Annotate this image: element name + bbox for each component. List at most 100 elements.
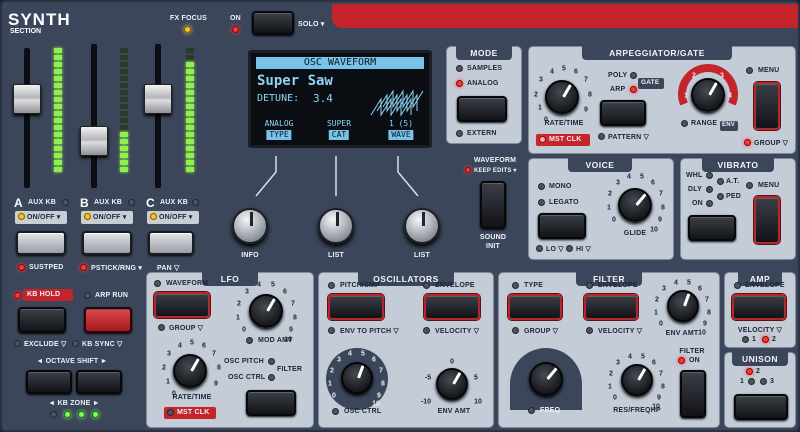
info-knob[interactable] xyxy=(232,208,268,244)
solo-label[interactable]: SOLO ▾ xyxy=(298,20,325,28)
layer-a-onoff-pill[interactable]: ON/OFF ▾ xyxy=(15,211,67,224)
osc-ctrl-label: OSC CTRL xyxy=(228,374,266,381)
layer-a-button[interactable] xyxy=(16,231,66,255)
layer-c-onoff-pill[interactable]: ON/OFF ▾ xyxy=(147,211,199,224)
lcd-connector-lines xyxy=(255,156,419,197)
osc-ctrl-knob[interactable] xyxy=(341,362,373,394)
freq-knob[interactable] xyxy=(529,362,563,396)
glide-knob[interactable] xyxy=(618,188,652,222)
amp-vel-1-led xyxy=(742,336,749,343)
octave-down-button[interactable] xyxy=(26,370,72,394)
osc-velocity-label[interactable]: VELOCITY ▽ xyxy=(435,327,479,335)
lfo-waveform-button[interactable] xyxy=(154,292,210,318)
meter-segment xyxy=(54,62,62,67)
arp-menu-button[interactable] xyxy=(754,82,780,130)
vib-menu-button[interactable] xyxy=(754,196,780,244)
freq-label: FREQ xyxy=(540,407,561,414)
list-knob-2[interactable] xyxy=(404,208,440,244)
list-knob-2-label: LIST xyxy=(414,252,430,259)
filter-on-button[interactable] xyxy=(680,370,706,418)
osc-pitch-led xyxy=(268,358,275,365)
osc-ctrl-led xyxy=(268,374,275,381)
slider-c-cap[interactable] xyxy=(144,84,172,114)
dial-tick-label: 1 xyxy=(654,309,658,317)
on-button[interactable] xyxy=(252,11,294,35)
filter-group-label[interactable]: GROUP ▽ xyxy=(524,327,558,335)
arp-range-knob[interactable] xyxy=(691,78,725,112)
filter-type-button[interactable] xyxy=(508,294,562,320)
octave-up-button[interactable] xyxy=(76,370,122,394)
dial-tick-label: 10 xyxy=(698,329,706,337)
arp-run-button[interactable] xyxy=(84,307,132,333)
arp-mode-led xyxy=(630,86,637,93)
pan-label[interactable]: PAN ▽ xyxy=(157,264,180,272)
knob-pointer xyxy=(336,212,339,226)
vibrato-title: VIBRATO xyxy=(702,158,774,172)
layer-b-button[interactable] xyxy=(82,231,132,255)
dial-tick-label: 9 xyxy=(214,380,218,388)
meter-segment xyxy=(54,139,62,144)
meter-segment xyxy=(186,111,194,116)
osc-env-amt-knob[interactable] xyxy=(436,368,468,400)
osc-envelope-button[interactable] xyxy=(424,294,480,320)
dly-label: DLY xyxy=(688,186,702,193)
dial-tick-label: 2 xyxy=(237,300,241,308)
arp-rate-knob[interactable] xyxy=(545,80,579,114)
arp-mode-button[interactable] xyxy=(600,100,646,126)
arp-mode-label: ARP xyxy=(610,86,626,93)
meter-segment xyxy=(120,132,128,137)
exclude-label[interactable]: EXCLUDE ▽ xyxy=(24,340,67,348)
mod-amt-knob[interactable] xyxy=(249,294,283,328)
lfo-group-label[interactable]: GROUP ▽ xyxy=(169,324,203,332)
pstick-label[interactable]: PSTICK/RNG ▾ xyxy=(91,264,142,272)
dial-tick-label: 10 xyxy=(474,398,482,406)
meter-segment xyxy=(54,90,62,95)
env-to-pitch-label[interactable]: ENV TO PITCH ▽ xyxy=(340,327,399,335)
res-knob[interactable] xyxy=(621,364,653,396)
sound-init-button[interactable] xyxy=(480,181,506,229)
slider-b-cap[interactable] xyxy=(80,126,108,156)
dial-tick-label: 1 xyxy=(236,314,240,322)
sustped-label[interactable]: SUSTPED xyxy=(29,264,63,271)
knob-pointer xyxy=(357,365,365,379)
glide-lo-label[interactable]: LO ▽ xyxy=(546,245,564,253)
meter-segment xyxy=(186,62,194,67)
whl-led xyxy=(706,172,713,179)
layer-c-button[interactable] xyxy=(148,231,194,255)
filter-group-led xyxy=(512,327,519,334)
kb-sync-label[interactable]: KB SYNC ▽ xyxy=(82,340,123,348)
filter-velocity-label[interactable]: VELOCITY ▽ xyxy=(598,327,642,335)
slider-a-cap[interactable] xyxy=(13,84,41,114)
list-knob-1[interactable] xyxy=(318,208,354,244)
pitch-smp-button[interactable] xyxy=(328,294,384,320)
samples-label: SAMPLES xyxy=(467,65,503,72)
filter-env-amt-knob[interactable] xyxy=(667,290,699,322)
lfo-rate-knob[interactable] xyxy=(173,354,207,388)
whl-label: WHL xyxy=(686,172,703,179)
layer-b-onoff-pill[interactable]: ON/OFF ▾ xyxy=(81,211,133,224)
voice-title: VOICE xyxy=(568,158,632,172)
meter-segment xyxy=(120,76,128,81)
analog-label: ANALOG xyxy=(467,80,499,87)
mode-button[interactable] xyxy=(457,96,507,122)
kb-hold-button[interactable] xyxy=(18,307,66,333)
pattern-label[interactable]: PATTERN ▽ xyxy=(608,133,649,141)
dial-tick-label: 5 xyxy=(562,65,566,73)
keep-edits-label[interactable]: KEEP EDITS ▾ xyxy=(474,167,517,174)
amp-velocity-label[interactable]: VELOCITY ▽ xyxy=(738,326,782,334)
filter-envelope-button[interactable] xyxy=(584,294,638,320)
vibrato-button[interactable] xyxy=(688,215,736,241)
dial-tick-label: 9 xyxy=(289,326,293,334)
meter-segment xyxy=(54,167,62,172)
unison-1-led xyxy=(748,378,755,385)
voice-button[interactable] xyxy=(538,213,586,239)
amp-envelope-button[interactable] xyxy=(732,294,786,320)
dial-tick-label: 3 xyxy=(337,356,341,364)
unison-button[interactable] xyxy=(734,394,788,420)
meter-segment xyxy=(120,111,128,116)
dial-tick-label: 7 xyxy=(705,296,709,304)
group-label[interactable]: GROUP ▽ xyxy=(754,139,788,147)
glide-hi-label[interactable]: HI ▽ xyxy=(576,245,591,253)
filter-on-label-1: FILTER xyxy=(679,348,705,355)
lfo-dest-button[interactable] xyxy=(246,390,296,416)
